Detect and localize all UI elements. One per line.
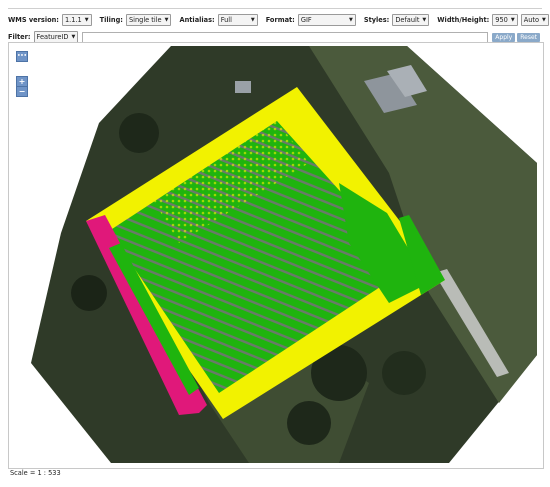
- tiling-label: Tiling:: [99, 16, 123, 24]
- chevron-down-icon: ▼: [510, 17, 515, 23]
- format-value: GIF: [300, 16, 312, 24]
- wms-toolbar: WMS version: 1.1.1 ▼ Tiling: Single tile ▼…: [8, 8, 549, 43]
- format-label: Format:: [265, 16, 295, 24]
- antialias-label: Antialias:: [179, 16, 215, 24]
- tools-button[interactable]: •••: [16, 51, 28, 62]
- apply-button[interactable]: Apply: [492, 32, 516, 42]
- wms-version-select[interactable]: 1.1.1 ▼: [61, 14, 92, 26]
- chevron-down-icon: ▼: [348, 17, 353, 23]
- styles-label: Styles:: [363, 16, 390, 24]
- width-select[interactable]: 950 ▼: [492, 14, 518, 26]
- tiling-select[interactable]: Single tile ▼: [125, 14, 172, 26]
- reset-button[interactable]: Reset: [517, 32, 540, 42]
- tree: [71, 275, 107, 311]
- zoom-out-button[interactable]: −: [16, 86, 28, 97]
- orthophoto-map[interactable]: [9, 43, 543, 468]
- chevron-down-icon: ▼: [84, 17, 89, 23]
- filter-type-value: FeatureID: [36, 33, 69, 41]
- styles-select[interactable]: Default ▼: [392, 14, 430, 26]
- tiling-value: Single tile: [128, 16, 162, 24]
- height-select[interactable]: Auto ▼: [520, 14, 549, 26]
- width-value: 950: [495, 16, 508, 24]
- antialias-select[interactable]: Full ▼: [217, 14, 258, 26]
- styles-value: Default: [395, 16, 420, 24]
- map-viewport[interactable]: ••• + −: [8, 42, 544, 469]
- antialias-value: Full: [220, 16, 232, 24]
- toolbar-row: WMS version: 1.1.1 ▼ Tiling: Single tile ▼…: [8, 14, 549, 26]
- tree: [382, 351, 426, 395]
- chevron-down-icon: ▼: [71, 34, 76, 40]
- wms-version-value: 1.1.1: [64, 16, 82, 24]
- tree: [287, 401, 331, 445]
- format-select[interactable]: GIF ▼: [297, 14, 356, 26]
- chevron-down-icon: ▼: [164, 17, 169, 23]
- chevron-down-icon: ▼: [250, 17, 255, 23]
- size-label: Width/Height:: [437, 16, 490, 24]
- chevron-down-icon: ▼: [542, 17, 546, 23]
- tree: [119, 113, 159, 153]
- scale-text: Scale = 1 : 533: [10, 469, 61, 477]
- filter-label: Filter:: [8, 33, 31, 41]
- height-value: Auto: [523, 16, 540, 24]
- wms-version-label: WMS version:: [8, 16, 59, 24]
- filter-input[interactable]: [82, 31, 489, 43]
- building: [235, 81, 251, 93]
- chevron-down-icon: ▼: [422, 17, 427, 23]
